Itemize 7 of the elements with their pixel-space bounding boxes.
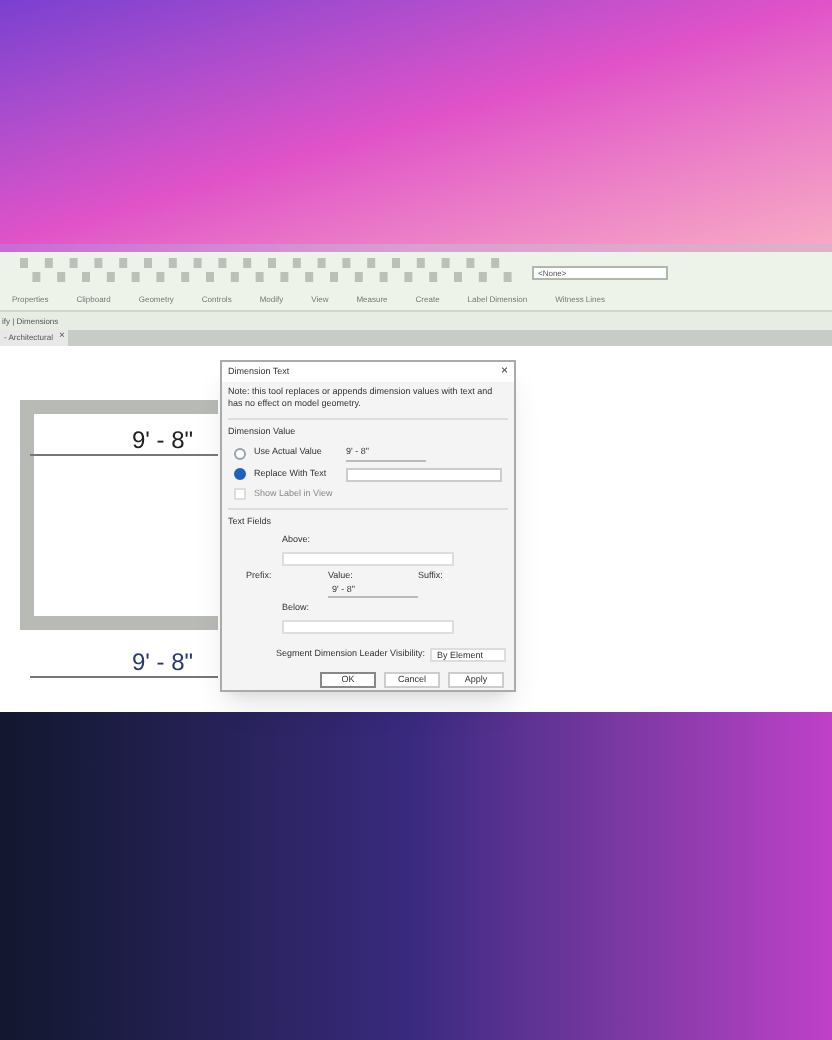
dimension-text: 9' - 8" [132,424,194,458]
radio-button[interactable] [234,447,246,460]
dimension-text: 9' - 8" [132,646,194,680]
replace-text-field[interactable] [346,467,502,481]
radio-button[interactable] [234,468,246,480]
above-field[interactable] [282,551,454,566]
below-field[interactable] [282,620,454,634]
